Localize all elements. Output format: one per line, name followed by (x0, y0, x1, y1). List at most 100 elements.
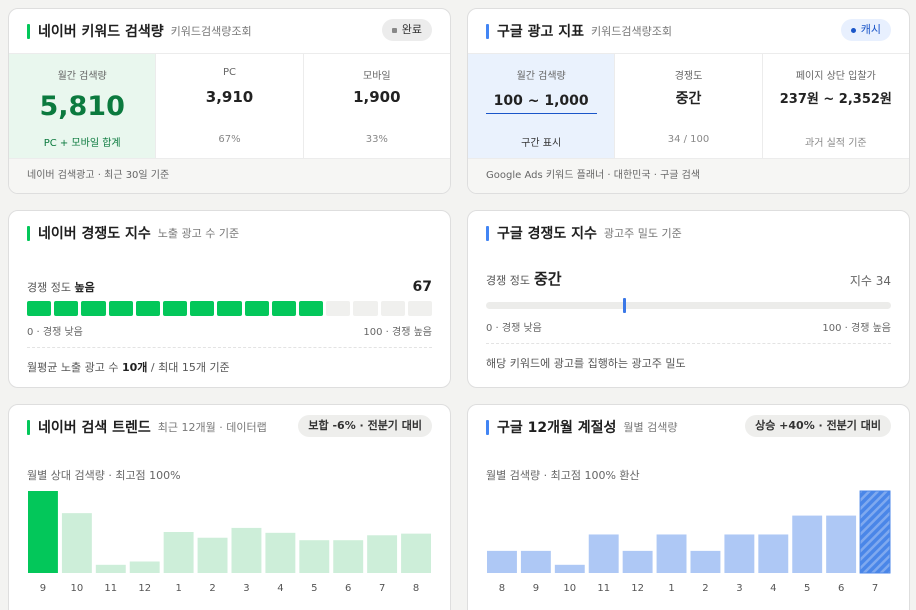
divider (486, 343, 891, 344)
x-tick-label: 9 (533, 583, 539, 594)
x-tick-label: 2 (702, 583, 708, 594)
x-tick-label: 4 (277, 583, 283, 594)
google-competition-header: 구글 경쟁도 지수 광고주 밀도 기준 (468, 211, 909, 255)
chart-bar (95, 564, 126, 573)
competition-segment (54, 301, 79, 316)
scale-high: 100 · 경쟁 높음 (363, 327, 432, 338)
x-tick-label: 1 (175, 583, 181, 594)
naver-competition-header: 네이버 경쟁도 지수 노출 광고 수 기준 (9, 211, 450, 255)
level-value: 중간 (533, 270, 562, 288)
card-title: 네이버 경쟁도 지수 (38, 226, 151, 242)
naver-volume-card: 네이버 키워드 검색량 키워드검색량조회 완료 월간 검색량 5,810 PC … (8, 8, 451, 194)
x-tick-label: 2 (209, 583, 215, 594)
google-seasonal-chart: 8 9 10 11 12 1 2 3 4 5 6 7 (486, 490, 891, 607)
x-tick-label: 5 (804, 583, 810, 594)
level-prefix: 경쟁 정도 (27, 281, 71, 294)
chart-bar (333, 540, 364, 573)
chart-bar (197, 537, 228, 573)
competition-segment (81, 301, 106, 316)
stat-value: 1,900 (353, 88, 401, 106)
chart-bar (588, 534, 619, 573)
card-footer: Google Ads 키워드 플래너 · 대한민국 · 구글 검색 (468, 158, 909, 193)
competition-note: 해당 키워드에 광고를 집행하는 광고주 밀도 (486, 357, 686, 370)
chart-bar (231, 527, 262, 573)
x-tick-label: 3 (736, 583, 742, 594)
stat-label: 월간 검색량 (516, 71, 566, 82)
stat-value-wrap: 100 ~ 1,000 (468, 90, 614, 114)
stat-pc: PC 3,910 67% (156, 54, 304, 160)
stat-foot: 33% (365, 134, 388, 145)
chart-bar (792, 515, 823, 573)
x-tick-label: 11 (597, 583, 610, 594)
chart-caption: 월별 검색량 · 최고점 100% 환산 (486, 469, 640, 482)
x-tick-label: 5 (311, 583, 317, 594)
chart-bar (859, 490, 891, 574)
x-tick-label: 4 (770, 583, 776, 594)
chart-bar (690, 550, 721, 573)
status-dot-icon (391, 27, 397, 33)
x-tick-label: 7 (379, 583, 385, 594)
google-ads-card: 구글 광고 지표 키워드검색량조회 캐시 월간 검색량 100 ~ 1,000 … (467, 8, 910, 194)
stat-value: 100 ~ 1,000 (485, 93, 597, 114)
chart-bar (656, 534, 687, 573)
stat-foot: 과거 실적 기준 (805, 138, 867, 149)
competition-track (486, 298, 891, 313)
stat-label: 월간 검색량 (57, 71, 107, 82)
x-tick-label: 11 (104, 583, 117, 594)
naver-trend-card: 네이버 검색 트렌드 최근 12개월 · 데이터랩 보합 -6% · 전분기 대… (8, 404, 451, 610)
chart-bar (622, 550, 653, 573)
competition-segment (353, 301, 378, 316)
competition-segment (163, 301, 188, 316)
card-subtitle: 최근 12개월 · 데이터랩 (157, 421, 267, 434)
stat-foot: 34 / 100 (667, 134, 710, 145)
x-tick-label: 8 (413, 583, 419, 594)
stat-value: 237원 ~ 2,352원 (779, 92, 892, 107)
naver-trend-svg: 9 10 11 12 1 2 3 4 5 6 7 8 (28, 491, 431, 594)
trend-badge: 보합 -6% · 전분기 대비 (298, 415, 432, 437)
x-tick-label: 8 (499, 583, 505, 594)
card-title: 구글 경쟁도 지수 (497, 226, 597, 242)
google-seasonal-svg: 8 9 10 11 12 1 2 3 4 5 6 7 (487, 490, 891, 594)
competition-segment (135, 301, 161, 316)
chart-bar (401, 533, 431, 573)
competition-segment (27, 301, 52, 316)
chart-bar (758, 534, 789, 573)
x-tick-label: 6 (345, 583, 351, 594)
x-tick-label: 10 (71, 583, 84, 594)
chart-bar (724, 534, 755, 573)
stat-foot: 구간 표시 (521, 138, 562, 149)
card-title: 네이버 키워드 검색량 (38, 24, 164, 40)
stat-monthly-volume: 월간 검색량 5,810 PC + 모바일 합계 (9, 54, 157, 160)
level-value: 높음 (74, 281, 95, 294)
competition-score: 67 (412, 279, 432, 295)
stat-label: 경쟁도 (674, 71, 703, 82)
accent-bar (27, 419, 30, 435)
x-tick-label: 6 (838, 583, 844, 594)
cache-badge: 캐시 (840, 19, 891, 41)
accent-bar (27, 23, 30, 39)
stat-label: 페이지 상단 입찰가 (795, 71, 876, 82)
competition-segment (271, 301, 297, 316)
stat-value: 3,910 (205, 88, 254, 106)
competition-scale: 0 · 경쟁 낮음 100 · 경쟁 높음 (27, 323, 432, 338)
stat-label: 모바일 (363, 71, 391, 82)
status-badge-label: 완료 (401, 23, 422, 36)
card-subtitle: 광고주 밀도 기준 (603, 227, 682, 240)
x-tick-label: 7 (872, 583, 878, 594)
competition-scale: 0 · 경쟁 낮음 100 · 경쟁 높음 (486, 319, 891, 334)
x-tick-label: 1 (668, 583, 674, 594)
divider (27, 347, 432, 348)
card-title: 네이버 검색 트렌드 (38, 420, 151, 436)
stat-foot: PC + 모바일 합계 (43, 138, 121, 149)
stat-competition: 경쟁도 중간 34 / 100 (615, 54, 763, 160)
competition-segment (108, 301, 133, 316)
competition-level-label: 경쟁 정도 높음 (27, 279, 95, 295)
card-title: 구글 광고 지표 (497, 24, 585, 40)
level-prefix: 경쟁 정도 (486, 274, 530, 287)
competition-segment (217, 301, 242, 316)
chart-bar (163, 532, 194, 573)
trend-badge: 상승 +40% · 전분기 대비 (745, 415, 891, 437)
chart-caption: 월별 상대 검색량 · 최고점 100% (27, 469, 181, 482)
card-subtitle: 키워드검색량조회 (591, 25, 672, 38)
competition-segment (299, 301, 324, 316)
